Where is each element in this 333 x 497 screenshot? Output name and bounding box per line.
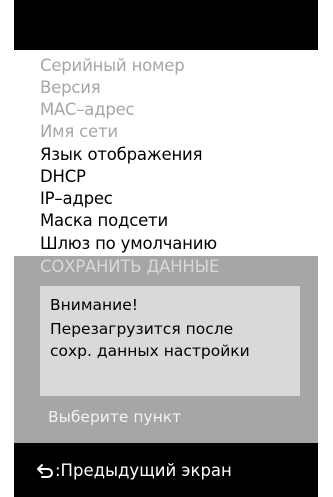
- save-data-label: СОХРАНИТЬ ДАННЫЕ: [40, 257, 220, 276]
- menu-item-default-gateway[interactable]: Шлюз по умолчанию: [40, 233, 217, 254]
- menu-item-dhcp[interactable]: DHCP: [40, 166, 86, 187]
- warning-notice: Внимание! Перезагрузится после сохр. дан…: [40, 286, 300, 396]
- menu-item-mac-address: MAC–адрес: [40, 100, 135, 119]
- notice-line-settings: сохр. данных настройки: [50, 342, 250, 360]
- prompt-text: Выберите пункт: [48, 408, 182, 426]
- return-arrow-icon: [37, 464, 53, 478]
- menu-item-save-data[interactable]: СОХРАНИТЬ ДАННЫЕ: [14, 256, 318, 277]
- device-screen: Серийный номер Версия MAC–адрес Имя сети…: [14, 0, 318, 497]
- back-button[interactable]: :Предыдущий экран: [36, 460, 232, 482]
- menu-item-version: Версия: [40, 78, 101, 97]
- footer-bar: :Предыдущий экран: [14, 443, 318, 497]
- menu-item-serial-number: Серийный номер: [40, 56, 185, 75]
- notice-line-reboot: Перезагрузится после: [50, 320, 234, 338]
- notice-title: Внимание!: [50, 296, 138, 314]
- back-label: :Предыдущий экран: [55, 461, 232, 480]
- menu-item-display-language[interactable]: Язык отображения: [40, 144, 202, 165]
- menu-item-network-name: Имя сети: [40, 122, 118, 141]
- select-item-prompt: Выберите пункт: [14, 403, 318, 433]
- menu-item-subnet-mask[interactable]: Маска подсети: [40, 210, 168, 231]
- menu-item-ip-address[interactable]: IP–адрес: [40, 188, 113, 209]
- settings-menu: Серийный номер Версия MAC–адрес Имя сети…: [14, 50, 318, 277]
- info-panel: Внимание! Перезагрузится после сохр. дан…: [14, 277, 318, 443]
